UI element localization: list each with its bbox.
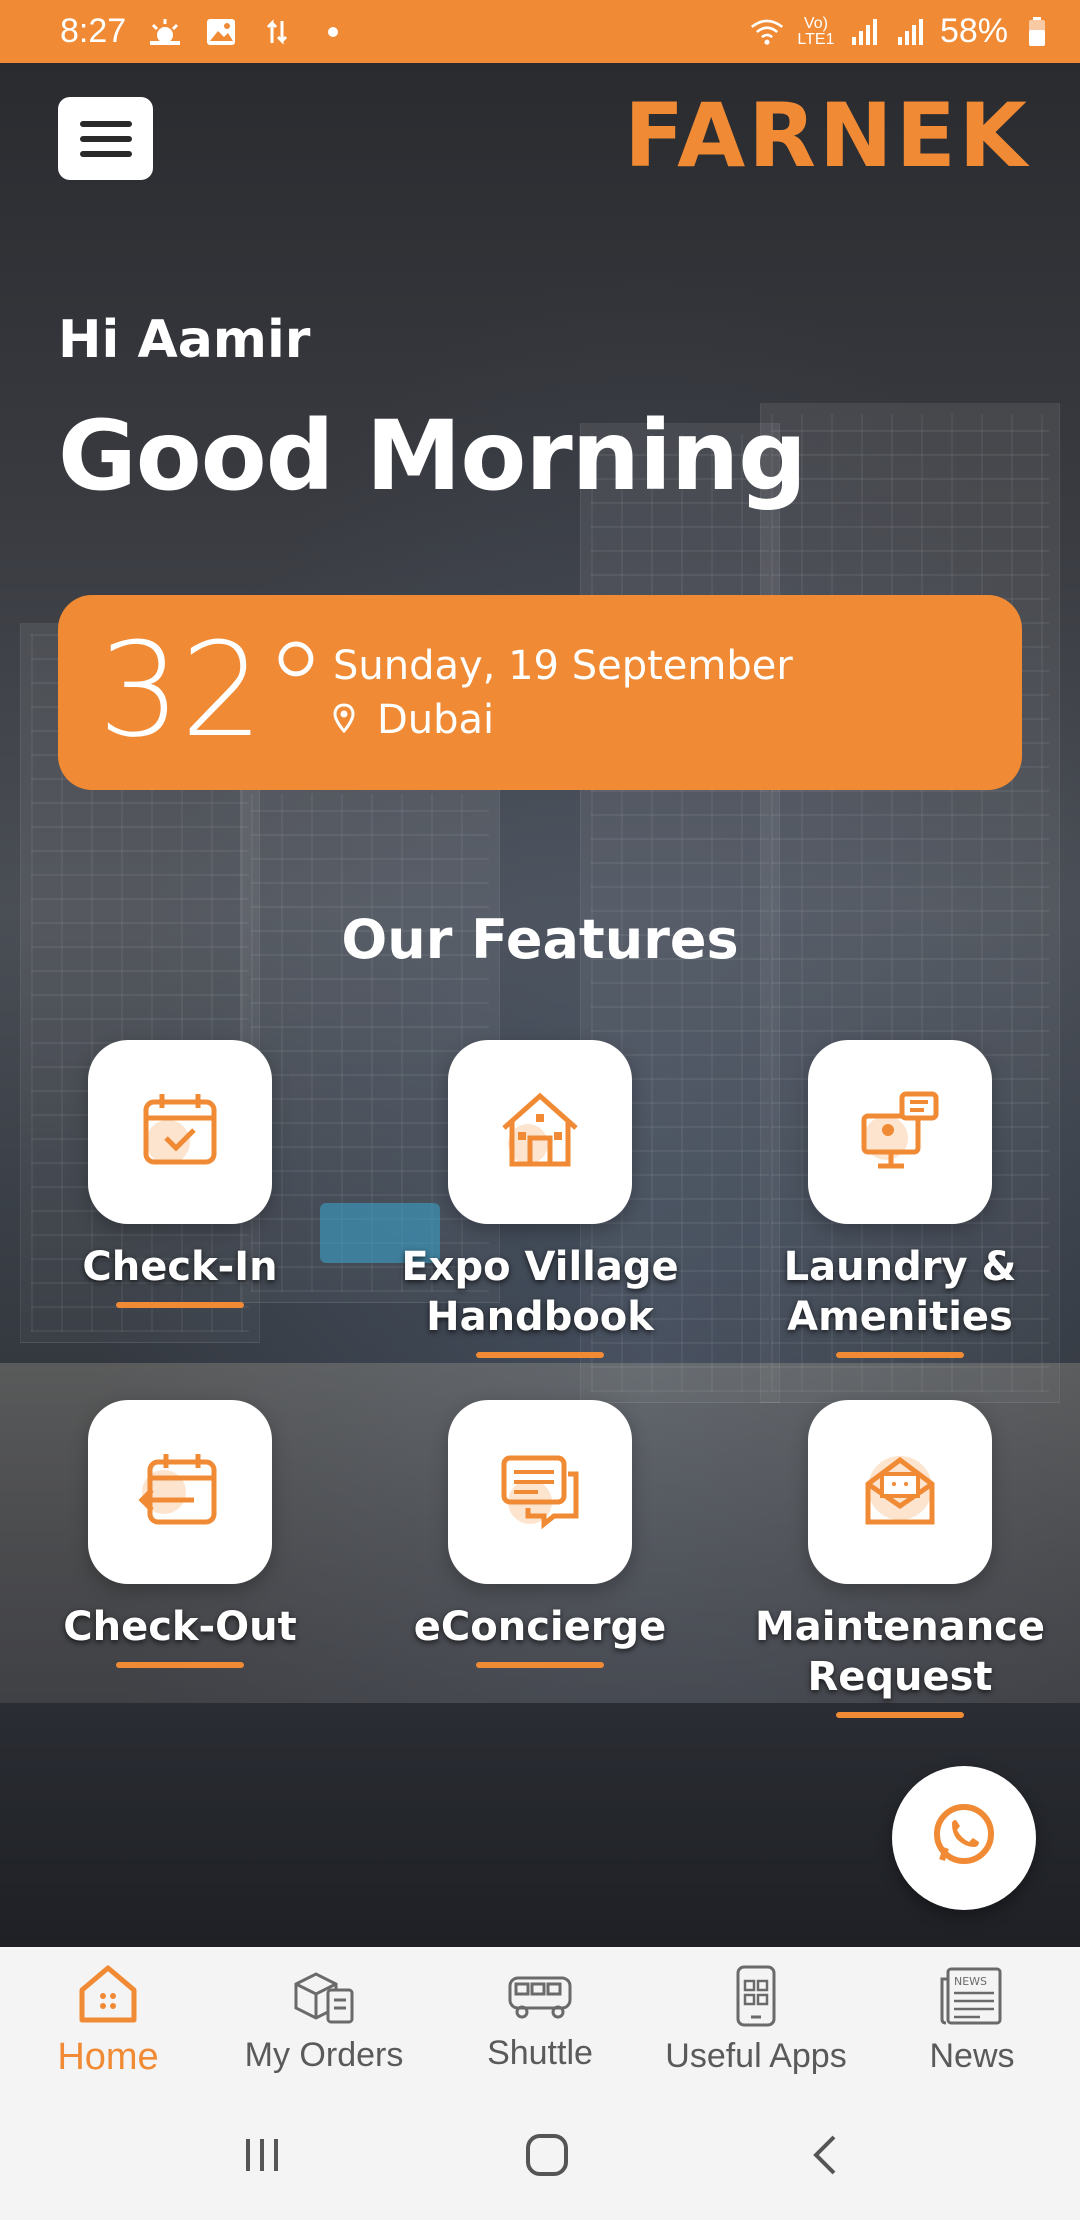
- weather-date: Sunday, 19 September: [333, 643, 793, 689]
- feature-econcierge[interactable]: eConcierge: [390, 1400, 690, 1668]
- system-navigation: [0, 2094, 1080, 2220]
- weather-icon: [148, 15, 182, 49]
- recent-apps-icon[interactable]: [240, 2135, 284, 2179]
- feature-label: Expo Village Handbook: [401, 1244, 679, 1340]
- nav-my-orders[interactable]: My Orders: [216, 1947, 432, 2094]
- nav-home[interactable]: Home: [0, 1947, 216, 2094]
- bottom-navigation: Home My Orders Shuttle Useful Apps NEWS …: [0, 1947, 1080, 2094]
- feature-tile[interactable]: [448, 1400, 632, 1584]
- feature-tile[interactable]: [808, 1400, 992, 1584]
- feature-check-out[interactable]: Check-Out: [30, 1400, 330, 1668]
- location-name: Dubai: [377, 697, 495, 743]
- feature-check-in[interactable]: Check-In: [30, 1040, 330, 1308]
- feature-label: Maintenance Request: [754, 1604, 1046, 1700]
- feature-underline: [116, 1662, 244, 1668]
- feature-tile[interactable]: [448, 1040, 632, 1224]
- features-title: Our Features: [341, 908, 739, 971]
- home-icon: [76, 1962, 140, 2030]
- weather-location: Dubai: [333, 697, 494, 743]
- network-label: Vo) LTE1: [797, 14, 835, 48]
- feature-label: Laundry & Amenities: [783, 1244, 1017, 1340]
- farnek-logo: FARNEK: [624, 84, 1030, 187]
- nav-label: My Orders: [244, 2036, 404, 2074]
- battery-icon: [1020, 15, 1054, 49]
- bus-icon: [506, 1968, 574, 2028]
- feature-label: eConcierge: [413, 1604, 667, 1650]
- feature-tile[interactable]: [88, 1400, 272, 1584]
- wifi-icon: [750, 15, 784, 49]
- feature-label: Check-In: [82, 1244, 278, 1290]
- house-icon: [498, 1088, 582, 1176]
- nav-useful-apps[interactable]: Useful Apps: [648, 1947, 864, 2094]
- greeting-headline: Good Morning: [58, 400, 807, 512]
- apps-phone-icon: [734, 1965, 778, 2031]
- feature-maintenance-request[interactable]: Maintenance Request: [750, 1400, 1050, 1718]
- feature-underline: [116, 1302, 244, 1308]
- whatsapp-button[interactable]: [892, 1766, 1036, 1910]
- status-time: 8:27: [60, 12, 127, 50]
- status-bar: 8:27 Vo) LTE1 58%: [0, 0, 1080, 63]
- whatsapp-icon: [928, 1800, 1000, 1876]
- svg-text:NEWS: NEWS: [954, 1975, 987, 1988]
- nav-news[interactable]: NEWS News: [864, 1947, 1080, 2094]
- feature-underline: [476, 1662, 604, 1668]
- location-pin-icon: [333, 697, 355, 743]
- feature-underline: [836, 1712, 964, 1718]
- data-transfer-icon: [260, 15, 294, 49]
- dot-icon: [316, 15, 350, 49]
- orders-icon: [292, 1966, 356, 2030]
- nav-label: Useful Apps: [665, 2037, 847, 2075]
- calendar-exit-icon: [138, 1448, 222, 1536]
- feature-tile[interactable]: [808, 1040, 992, 1224]
- calendar-check-icon: [138, 1088, 222, 1176]
- nav-label: News: [929, 2037, 1015, 2075]
- envelope-icon: [858, 1448, 942, 1536]
- feature-tile[interactable]: [88, 1040, 272, 1224]
- nav-label: Shuttle: [487, 2034, 593, 2072]
- feature-expo-village-handbook[interactable]: Expo Village Handbook: [390, 1040, 690, 1358]
- feature-underline: [476, 1352, 604, 1358]
- back-icon[interactable]: [810, 2133, 840, 2181]
- feature-laundry-amenities[interactable]: Laundry & Amenities: [750, 1040, 1050, 1358]
- battery-percent: 58%: [939, 12, 1008, 50]
- menu-button[interactable]: [58, 97, 153, 180]
- nav-shuttle[interactable]: Shuttle: [432, 1947, 648, 2094]
- newspaper-icon: NEWS: [940, 1965, 1004, 2031]
- home-circle-icon[interactable]: [524, 2132, 570, 2182]
- feature-label: Check-Out: [63, 1604, 297, 1650]
- nav-label: Home: [57, 2036, 159, 2078]
- greeting-text: Hi Aamir: [58, 310, 311, 370]
- desk-chat-icon: [858, 1088, 942, 1176]
- feature-underline: [836, 1352, 964, 1358]
- weather-card: 32° Sunday, 19 September Dubai: [58, 595, 1022, 790]
- roaming-signal-icon: [894, 15, 928, 49]
- signal-icon: [848, 15, 882, 49]
- hamburger-menu-icon: [79, 120, 132, 127]
- temperature: 32°: [98, 614, 329, 766]
- image-icon: [204, 15, 238, 49]
- chat-bubbles-icon: [498, 1448, 582, 1536]
